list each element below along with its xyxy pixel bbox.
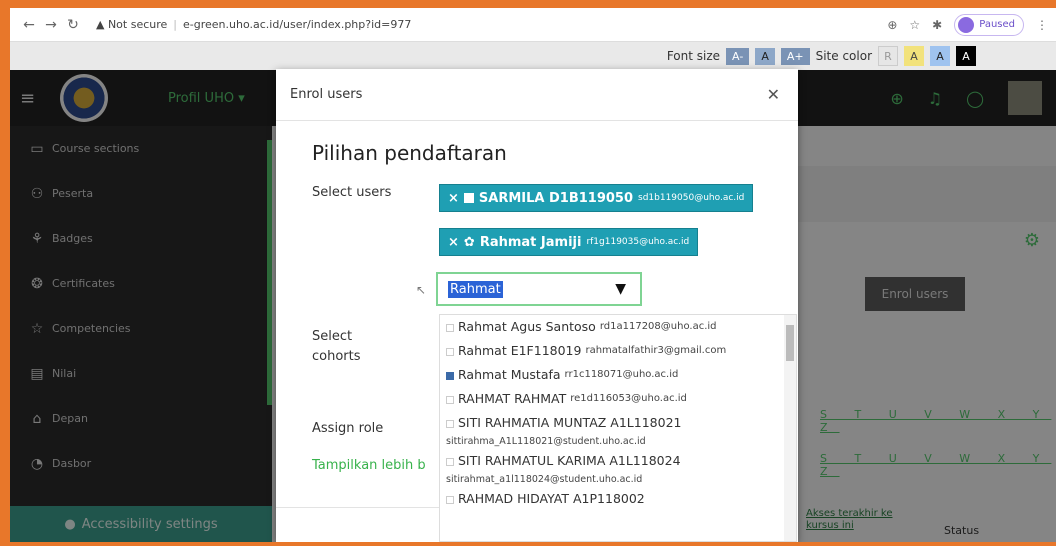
browser-toolbar: ← → ↻ ▲ Not secure | e-green.uho.ac.id/u…: [10, 8, 1056, 42]
close-icon[interactable]: ✕: [767, 85, 780, 104]
screen: ← → ↻ ▲ Not secure | e-green.uho.ac.id/u…: [10, 8, 1056, 542]
font-reset-button[interactable]: A: [755, 47, 775, 65]
extensions-icon[interactable]: ✱: [932, 18, 942, 32]
scrollbar-thumb[interactable]: [786, 325, 794, 361]
list-item[interactable]: RAHMAD HIDAYAT A1P118002: [440, 487, 796, 511]
profile-avatar: [958, 16, 975, 33]
list-item[interactable]: Rahmat Mustafa rr1c118071@uho.ac.id: [440, 363, 796, 387]
star-icon[interactable]: ☆: [909, 18, 920, 32]
font-decrease-button[interactable]: A-: [726, 47, 750, 65]
remove-chip-icon[interactable]: ×: [448, 191, 459, 206]
user-picture-icon: [446, 348, 454, 356]
chip-name: SARMILA D1B119050: [478, 190, 634, 206]
remove-chip-icon[interactable]: ×: [448, 235, 459, 250]
chip-email: rf1g119035@uho.ac.id: [586, 237, 690, 247]
color-yellow-button[interactable]: A: [904, 46, 924, 66]
assign-role-label: Assign role: [312, 421, 384, 436]
url-text: e-green.uho.ac.id/user/index.php?id=977: [183, 18, 412, 31]
accessibility-toolbar: Font size A- A A+ Site color R A A A: [10, 42, 1056, 70]
user-search-input[interactable]: Rahmat ▼: [436, 272, 642, 306]
list-item[interactable]: Rahmat Agus Santoso rd1a117208@uho.ac.id: [440, 315, 796, 339]
user-picture-icon: [446, 496, 454, 504]
list-item-email: sitirahmat_a1l118024@student.uho.ac.id: [446, 474, 643, 485]
enrolment-options-heading: Pilihan pendaftaran: [312, 141, 507, 165]
address-bar[interactable]: ▲ Not secure | e-green.uho.ac.id/user/in…: [96, 18, 411, 31]
reload-icon[interactable]: ↻: [62, 17, 84, 33]
font-increase-button[interactable]: A+: [780, 47, 810, 65]
dialog-header: Enrol users: [276, 69, 798, 121]
user-picture-icon: [463, 193, 474, 203]
site-color-label: Site color: [815, 49, 872, 63]
enrol-users-dialog: Enrol users ✕ Pilihan pendaftaran Select…: [276, 69, 798, 542]
url-separator: |: [173, 18, 178, 31]
browser-actions: ⊕ ☆ ✱ Paused ⋮: [887, 13, 1048, 36]
dialog-footer-divider: [276, 507, 439, 508]
profile-paused-button[interactable]: Paused: [954, 13, 1024, 36]
list-item[interactable]: SITI RAHMATIA MUNTAZ A1L118021: [440, 411, 796, 435]
paused-label: Paused: [979, 19, 1015, 30]
list-item[interactable]: Rahmat E1F118019 rahmatalfathir3@gmail.c…: [440, 339, 796, 363]
list-item-email: sittirahma_A1L118021@student.uho.ac.id: [446, 436, 646, 447]
list-item[interactable]: RAHMAT RAHMAT re1d116053@uho.ac.id: [440, 387, 796, 411]
selected-user-chip[interactable]: × ✿ Rahmat Jamiji rf1g119035@uho.ac.id: [439, 228, 699, 256]
zoom-icon[interactable]: ⊕: [887, 18, 897, 32]
selected-user-chip[interactable]: × SARMILA D1B119050 sd1b119050@uho.ac.id: [439, 184, 754, 212]
user-picture-icon: [446, 372, 454, 380]
dropdown-arrow-icon[interactable]: ▼: [615, 281, 626, 297]
color-blue-button[interactable]: A: [930, 46, 950, 66]
chip-email: sd1b119050@uho.ac.id: [638, 193, 745, 203]
search-value: Rahmat: [448, 280, 503, 298]
select-cohorts-label: Select cohorts: [312, 329, 361, 364]
color-black-button[interactable]: A: [956, 46, 976, 66]
select-users-label: Select users: [312, 185, 392, 200]
user-picture-icon: [446, 420, 454, 428]
user-picture-icon: [446, 458, 454, 466]
font-size-label: Font size: [666, 49, 721, 63]
dialog-title: Enrol users: [290, 87, 363, 102]
not-secure-label: ▲ Not secure: [96, 18, 168, 31]
show-more-link[interactable]: Tampilkan lebih b: [312, 458, 426, 473]
browser-menu-icon[interactable]: ⋮: [1036, 18, 1048, 32]
color-reset-button[interactable]: R: [878, 46, 898, 66]
forward-icon[interactable]: →: [40, 17, 62, 33]
user-picture-icon: [446, 396, 454, 404]
chip-name: Rahmat Jamiji: [479, 234, 582, 250]
user-picture-icon: [446, 324, 454, 332]
user-suggestions-list: Rahmat Agus Santoso rd1a117208@uho.ac.id…: [439, 314, 797, 542]
list-item[interactable]: SITI RAHMATUL KARIMA A1L118024: [440, 449, 796, 473]
user-picture-icon: ✿: [463, 234, 475, 250]
back-icon[interactable]: ←: [18, 17, 40, 33]
dropdown-scrollbar[interactable]: [784, 315, 796, 541]
mouse-cursor-icon: ↖: [416, 283, 427, 297]
